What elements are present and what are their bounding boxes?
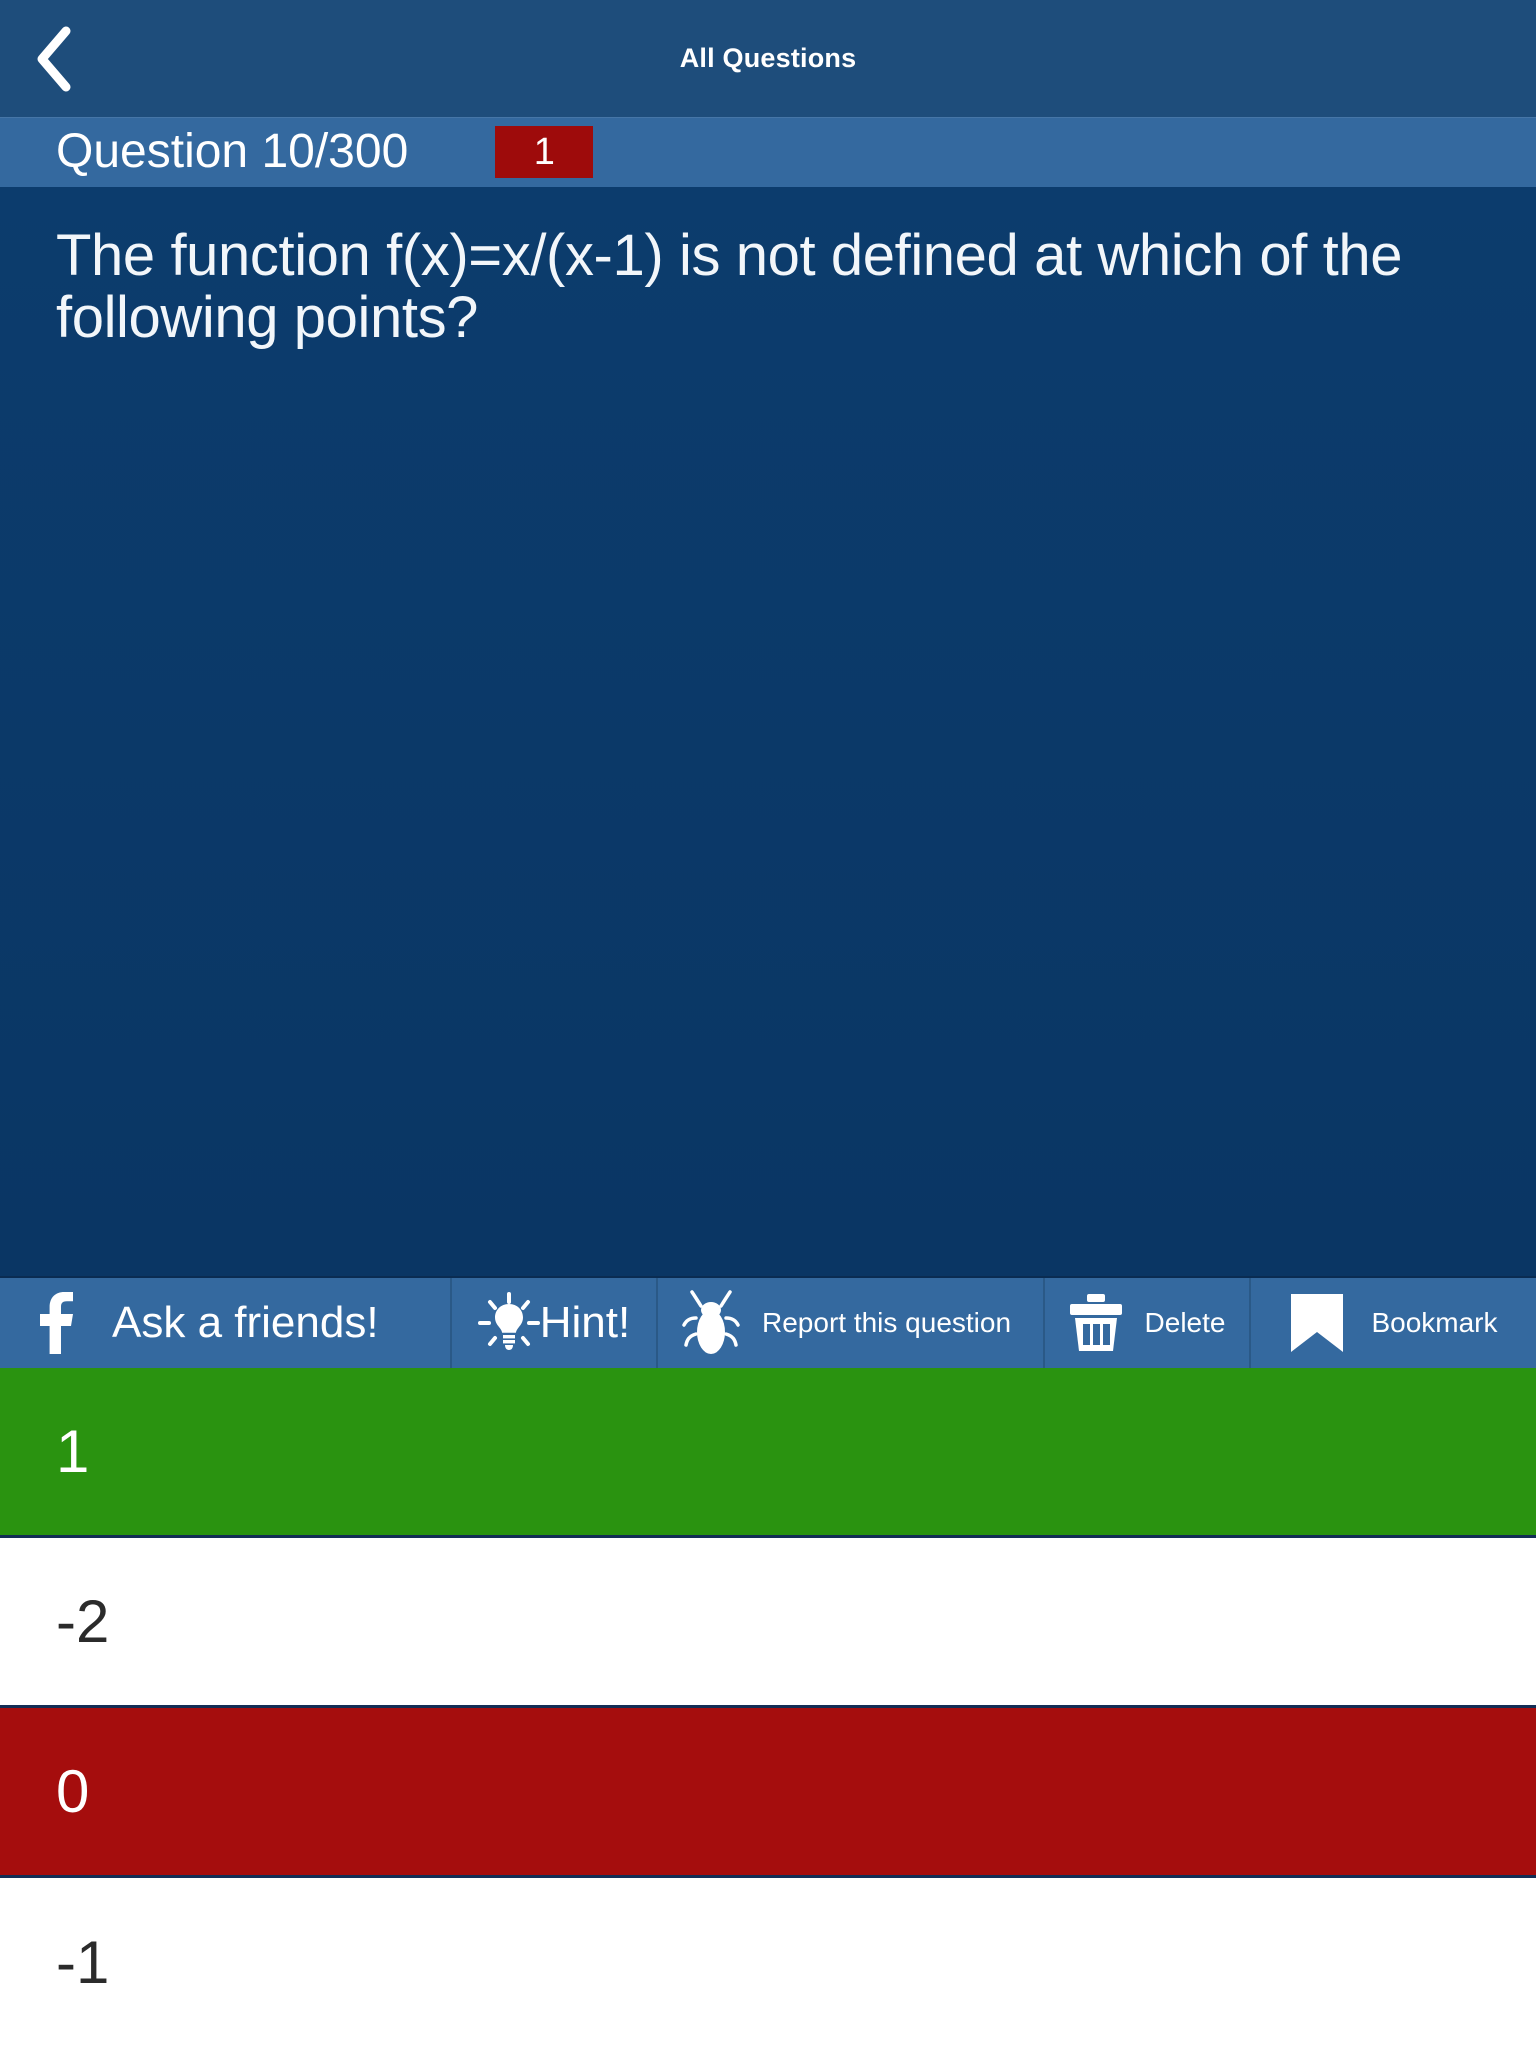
quiz-screen: All Questions Question 10/300 1 The func… [0, 0, 1536, 2048]
answer-options-list: 1 -2 0 -1 [0, 1368, 1536, 2048]
lightbulb-icon [477, 1292, 540, 1354]
back-button[interactable] [18, 22, 92, 96]
chevron-left-icon [33, 25, 77, 93]
navigation-bar: All Questions [0, 0, 1536, 117]
action-toolbar: Ask a friends! Hint! Report this questio… [0, 1276, 1536, 1368]
question-counter: Question 10/300 [56, 125, 409, 178]
answer-option-2[interactable]: -2 [0, 1538, 1536, 1708]
bookmark-button[interactable]: Bookmark [1251, 1278, 1536, 1368]
question-header-bar: Question 10/300 1 [0, 117, 1536, 187]
trash-icon [1069, 1293, 1123, 1353]
delete-button[interactable]: Delete [1045, 1278, 1251, 1368]
question-body: The function f(x)=x/(x-1) is not defined… [0, 187, 1536, 1276]
answer-option-label: 0 [56, 1757, 90, 1825]
bug-icon [682, 1290, 740, 1356]
delete-label: Delete [1144, 1307, 1226, 1338]
answer-option-label: -1 [56, 1929, 110, 1996]
report-question-label: Report this question [762, 1307, 1012, 1338]
answer-option-1[interactable]: 1 [0, 1368, 1536, 1538]
bookmark-icon [1289, 1292, 1345, 1354]
ask-a-friend-button[interactable]: Ask a friends! [0, 1278, 452, 1368]
answer-option-3[interactable]: 0 [0, 1708, 1536, 1878]
answer-option-label: -2 [56, 1587, 110, 1655]
bookmark-label: Bookmark [1371, 1307, 1498, 1338]
question-text: The function f(x)=x/(x-1) is not defined… [56, 223, 1403, 351]
facebook-icon [36, 1292, 76, 1354]
status-badge: 1 [495, 126, 594, 178]
ask-a-friend-label: Ask a friends! [112, 1298, 379, 1347]
answer-option-4[interactable]: -1 [0, 1878, 1536, 2048]
page-title: All Questions [679, 43, 857, 73]
report-question-button[interactable]: Report this question [658, 1278, 1045, 1368]
hint-label: Hint! [539, 1298, 631, 1347]
hint-button[interactable]: Hint! [452, 1278, 658, 1368]
answer-option-label: 1 [56, 1417, 90, 1485]
